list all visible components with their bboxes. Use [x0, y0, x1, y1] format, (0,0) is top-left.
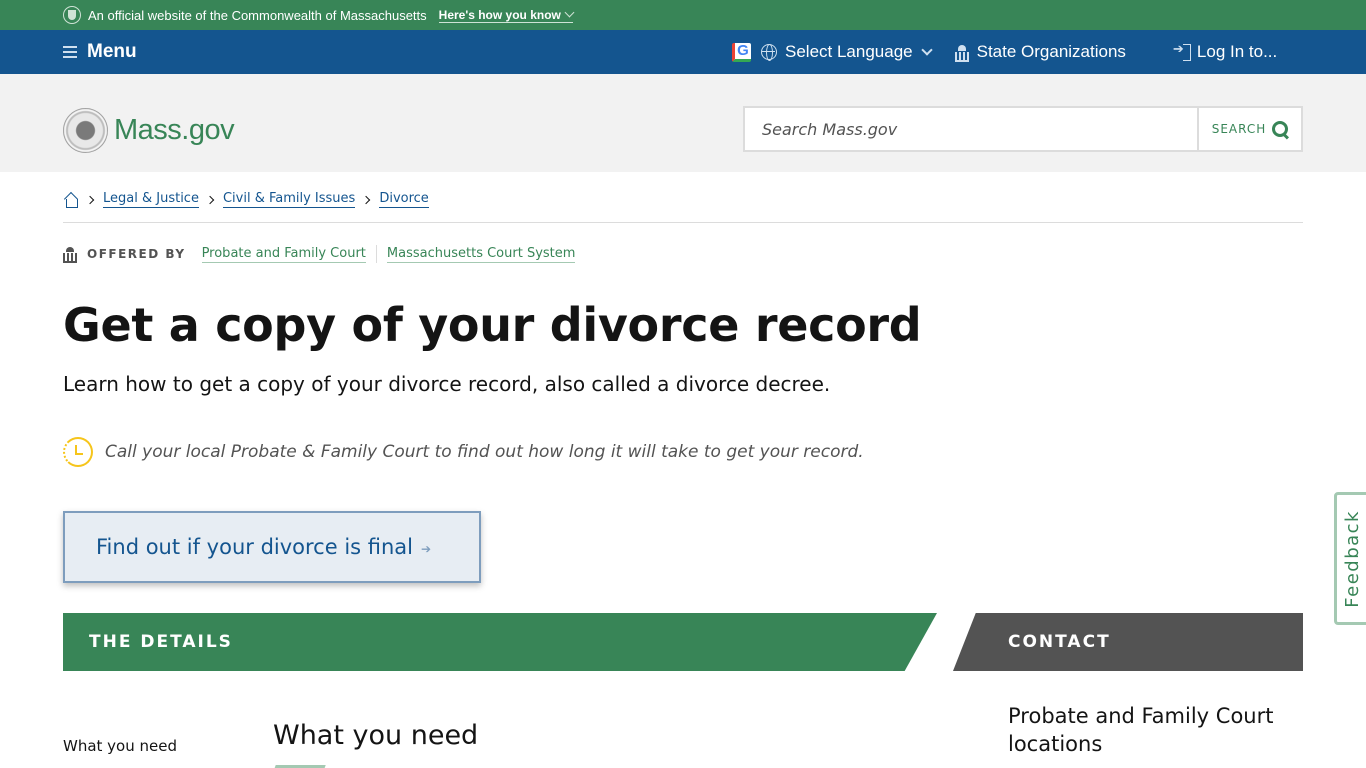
capitol-building-icon [63, 247, 77, 263]
page-subtitle: Learn how to get a copy of your divorce … [63, 372, 831, 396]
org-link-mass-court-system[interactable]: Massachusetts Court System [386, 245, 576, 263]
site-header: Mass.gov SEARCH [0, 74, 1366, 172]
state-seal-icon [63, 108, 108, 153]
chevron-right-icon [362, 195, 371, 205]
offered-by: OFFERED BY Probate and Family Court Mass… [63, 245, 576, 263]
search-form: SEARCH [743, 106, 1303, 152]
chevron-right-icon [205, 195, 215, 205]
search-button[interactable]: SEARCH [1197, 108, 1301, 150]
contact-section-header: CONTACT [953, 613, 1303, 671]
offered-by-label: OFFERED BY [87, 247, 186, 261]
hamburger-icon [63, 46, 77, 58]
feedback-button[interactable]: Feedback [1334, 492, 1366, 625]
login-label: Log In to... [1196, 42, 1278, 61]
menu-label: Menu [87, 41, 137, 62]
logo-text: Mass.gov [114, 114, 235, 146]
how-you-know-toggle[interactable]: Here's how you know [438, 7, 575, 23]
breadcrumb-legal-justice[interactable]: Legal & Justice [103, 190, 199, 208]
login-button[interactable]: Log In to... [1173, 41, 1278, 62]
state-seal-icon [63, 6, 81, 24]
contact-label: CONTACT [1008, 632, 1111, 652]
chevron-down-icon [564, 7, 575, 18]
timing-note: Call your local Probate & Family Court t… [63, 437, 864, 467]
cta-label: Find out if your divorce is final [96, 535, 414, 559]
chevron-right-icon [85, 195, 95, 205]
capitol-building-icon [954, 44, 969, 62]
clock-icon [63, 437, 93, 467]
official-text: An official website of the Commonwealth … [88, 7, 427, 23]
how-you-know-label: Here's how you know [438, 7, 561, 22]
google-translate-icon: G [732, 42, 751, 62]
search-icon [1272, 121, 1289, 137]
state-organizations-label: State Organizations [976, 42, 1126, 61]
org-link-probate-family-court[interactable]: Probate and Family Court [201, 245, 366, 263]
select-language-dropdown[interactable]: Select Language [761, 42, 933, 62]
breadcrumb-civil-family-issues[interactable]: Civil & Family Issues [222, 190, 356, 208]
find-out-divorce-final-button[interactable]: Find out if your divorce is final ➔ [63, 511, 481, 583]
breadcrumb: Legal & Justice Civil & Family Issues Di… [63, 190, 1303, 223]
search-button-label: SEARCH [1211, 122, 1267, 136]
search-input[interactable] [745, 108, 1197, 150]
section-heading-what-you-need: What you need [273, 720, 479, 751]
details-label: THE DETAILS [89, 632, 233, 652]
page-title: Get a copy of your divorce record [63, 298, 922, 352]
state-organizations-button[interactable]: State Organizations [954, 42, 1126, 62]
feedback-label: Feedback [1342, 509, 1363, 608]
toc-item-what-you-need[interactable]: What you need [63, 737, 177, 755]
details-section-header: THE DETAILS [63, 613, 937, 671]
home-icon[interactable] [63, 193, 79, 208]
breadcrumb-divorce[interactable]: Divorce [379, 190, 429, 208]
contact-heading: Probate and Family Court locations [1008, 704, 1274, 756]
mass-gov-logo-link[interactable]: Mass.gov [63, 108, 235, 153]
arrow-right-icon: ➔ [421, 541, 432, 556]
globe-icon [761, 44, 777, 61]
language-label: Select Language [785, 42, 913, 61]
sign-in-icon [1173, 41, 1191, 61]
official-banner: An official website of the Commonwealth … [0, 0, 1366, 30]
menu-button[interactable]: Menu [63, 41, 137, 63]
divider [375, 245, 377, 263]
utility-nav: Menu G Select Language State Organizatio… [0, 30, 1366, 74]
timing-text: Call your local Probate & Family Court t… [105, 442, 864, 462]
chevron-down-icon [920, 43, 933, 56]
